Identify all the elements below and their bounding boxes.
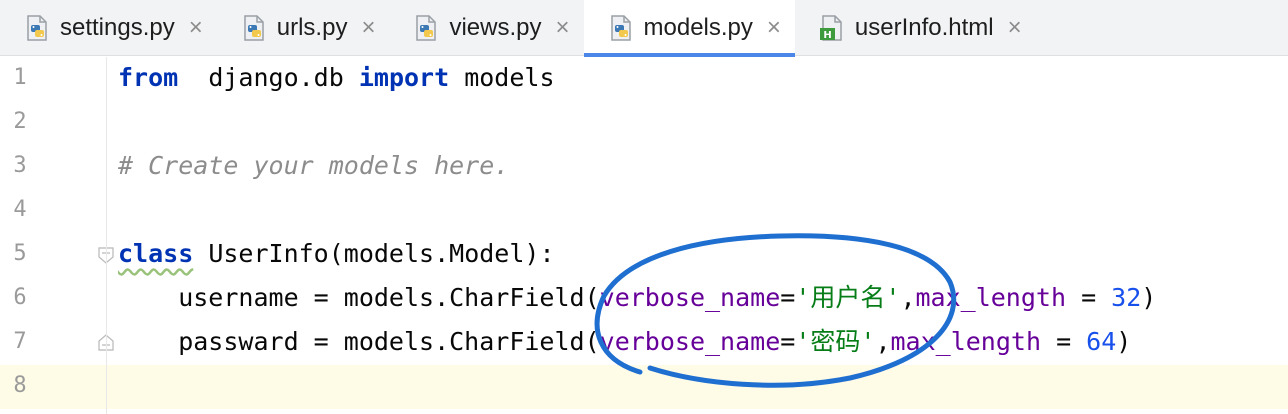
line-number: 1 xyxy=(13,65,27,90)
line-number: 7 xyxy=(13,329,27,354)
tab-models-py[interactable]: models.py × xyxy=(583,0,796,57)
python-file-icon xyxy=(610,15,631,41)
code-text: # Create your models here. xyxy=(118,151,510,180)
tab-settings-py[interactable]: settings.py × xyxy=(0,0,217,56)
close-icon[interactable]: × xyxy=(1008,16,1022,40)
tab-views-py[interactable]: views.py × xyxy=(389,0,583,56)
line-number: 5 xyxy=(13,241,27,266)
line-number: 4 xyxy=(13,197,27,222)
html-file-icon: H xyxy=(819,15,842,41)
gutter-divider xyxy=(106,57,107,414)
code-text: from django.db import models xyxy=(118,63,555,92)
code-line[interactable]: 4 xyxy=(0,189,1288,233)
close-icon[interactable]: × xyxy=(361,16,375,40)
tab-label: urls.py xyxy=(276,14,348,41)
code-text: username = models.CharField(verbose_name… xyxy=(118,283,1157,312)
svg-text:H: H xyxy=(823,30,831,41)
tab-userinfo-html[interactable]: HuserInfo.html × xyxy=(795,0,1036,56)
code-text: class UserInfo(models.Model): xyxy=(118,239,555,268)
python-file-icon xyxy=(244,15,264,41)
line-number: 3 xyxy=(13,153,27,178)
python-file-icon xyxy=(27,15,47,41)
tab-urls-py[interactable]: urls.py × xyxy=(217,0,390,56)
code-text: passward = models.CharField(verbose_name… xyxy=(118,327,1132,356)
close-icon[interactable]: × xyxy=(189,16,203,40)
code-line[interactable]: 6 username = models.CharField(verbose_na… xyxy=(0,277,1288,321)
code-line[interactable]: 1 from django.db import models xyxy=(0,57,1288,101)
code-line[interactable]: 5 class UserInfo(models.Model): xyxy=(0,233,1288,277)
tab-label: settings.py xyxy=(60,14,175,41)
code-editor[interactable]: 1 from django.db import models 2 3 # Create … xyxy=(0,57,1288,414)
code-line[interactable]: 3 # Create your models here. xyxy=(0,145,1288,189)
python-file-icon xyxy=(416,15,437,41)
code-line[interactable]: 7 passward = models.CharField(verbose_na… xyxy=(0,321,1288,365)
code-line[interactable]: 2 xyxy=(0,101,1288,145)
code-line[interactable]: 8 xyxy=(0,365,1288,409)
tab-label: userInfo.html xyxy=(854,14,994,41)
close-icon[interactable]: × xyxy=(555,16,569,40)
editor-tab-bar: settings.py × urls.py × views.py × models.py × H… xyxy=(0,0,1288,57)
line-number: 2 xyxy=(13,109,27,134)
tab-label: views.py xyxy=(449,14,542,41)
line-number: 8 xyxy=(13,373,27,398)
tab-label: models.py xyxy=(643,14,753,41)
line-number: 6 xyxy=(13,285,27,310)
close-icon[interactable]: × xyxy=(767,16,781,40)
